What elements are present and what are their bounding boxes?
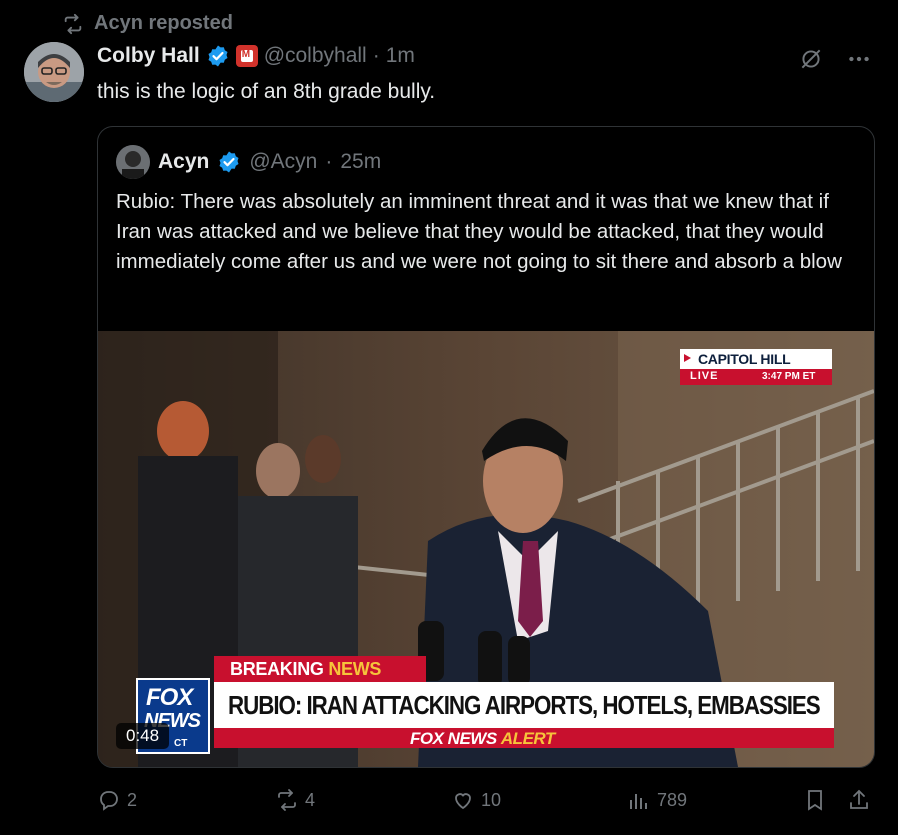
analytics-icon (630, 794, 647, 809)
play-triangle-icon (684, 354, 691, 362)
bug-location: CAPITOL HILL (698, 351, 791, 367)
like-count: 10 (481, 789, 502, 810)
verified-badge-icon (208, 45, 228, 67)
quote-text: Rubio: There was absolutely an imminent … (116, 190, 842, 273)
quote-author-avatar[interactable] (116, 145, 150, 179)
bug-time: 3:47 PM ET (762, 371, 816, 382)
video-duration: 0:48 (116, 723, 170, 749)
affiliate-badge-icon[interactable] (235, 45, 258, 67)
post-text: this is the logic of an 8th grade bully. (97, 80, 436, 103)
repost-header: Acyn reposted (62, 12, 233, 35)
post-time[interactable]: 1m (386, 44, 415, 68)
repost-count: 4 (305, 789, 316, 810)
breaking-word: BREAKING (230, 659, 324, 679)
logo-ct: CT (174, 738, 188, 749)
quoted-post[interactable]: Acyn @Acyn · 25m Rubio: There was absolu… (97, 126, 875, 768)
bookmark-icon (808, 790, 822, 811)
quote-post-time[interactable]: 25m (340, 150, 381, 174)
chyron-headline: RUBIO: IRAN ATTACKING AIRPORTS, HOTELS, … (214, 682, 834, 728)
alert-word: ALERT (500, 729, 555, 748)
fox-news-alert-bar: FOX NEWS ALERT (214, 728, 834, 748)
verified-badge-icon (219, 151, 239, 173)
separator-dot: · (325, 150, 333, 173)
location-bug: CAPITOL HILL LIVE 3:47 PM ET (680, 349, 832, 385)
headline-text: RUBIO: IRAN ATTACKING AIRPORTS, HOTELS, … (228, 690, 821, 720)
repost-label[interactable]: Acyn reposted (94, 12, 233, 35)
share-icon (850, 789, 868, 809)
more-options-icon[interactable] (846, 46, 872, 72)
views-button[interactable]: 789 (627, 788, 687, 812)
grok-icon[interactable] (798, 46, 824, 72)
quote-author-row: Acyn @Acyn · 25m (116, 145, 381, 179)
post-top-actions (798, 46, 872, 72)
bookmark-button[interactable] (803, 788, 827, 812)
quote-author-handle[interactable]: @Acyn (249, 150, 317, 174)
view-count: 789 (657, 789, 688, 810)
alert-brand: FOX NEWS (410, 729, 497, 748)
separator-dot: · (372, 44, 380, 67)
author-name[interactable]: Colby Hall (97, 44, 200, 68)
repost-button[interactable]: 4 (275, 788, 315, 812)
reply-button[interactable]: 2 (97, 788, 137, 812)
breaking-news-banner: BREAKING NEWS (214, 656, 426, 682)
repost-icon (64, 13, 82, 34)
like-button[interactable]: 10 (451, 788, 501, 812)
author-row: Colby Hall @colbyhall · 1m (97, 44, 415, 68)
heart-icon (455, 793, 471, 810)
live-bar: LIVE 3:47 PM ET (680, 369, 832, 385)
author-avatar[interactable] (24, 42, 84, 102)
repost-icon (278, 789, 296, 811)
post-actions: 2 4 10 789 (97, 788, 877, 818)
quote-author-name[interactable]: Acyn (158, 150, 209, 174)
news-word: NEWS (328, 659, 382, 679)
reply-count: 2 (127, 789, 138, 810)
share-button[interactable] (847, 788, 871, 812)
author-handle[interactable]: @colbyhall (264, 44, 367, 68)
bug-live: LIVE (690, 370, 719, 382)
reply-icon (100, 791, 118, 811)
video-player[interactable]: CAPITOL HILL LIVE 3:47 PM ET BREAKING NE… (98, 331, 874, 767)
logo-fox: FOX (146, 684, 193, 711)
